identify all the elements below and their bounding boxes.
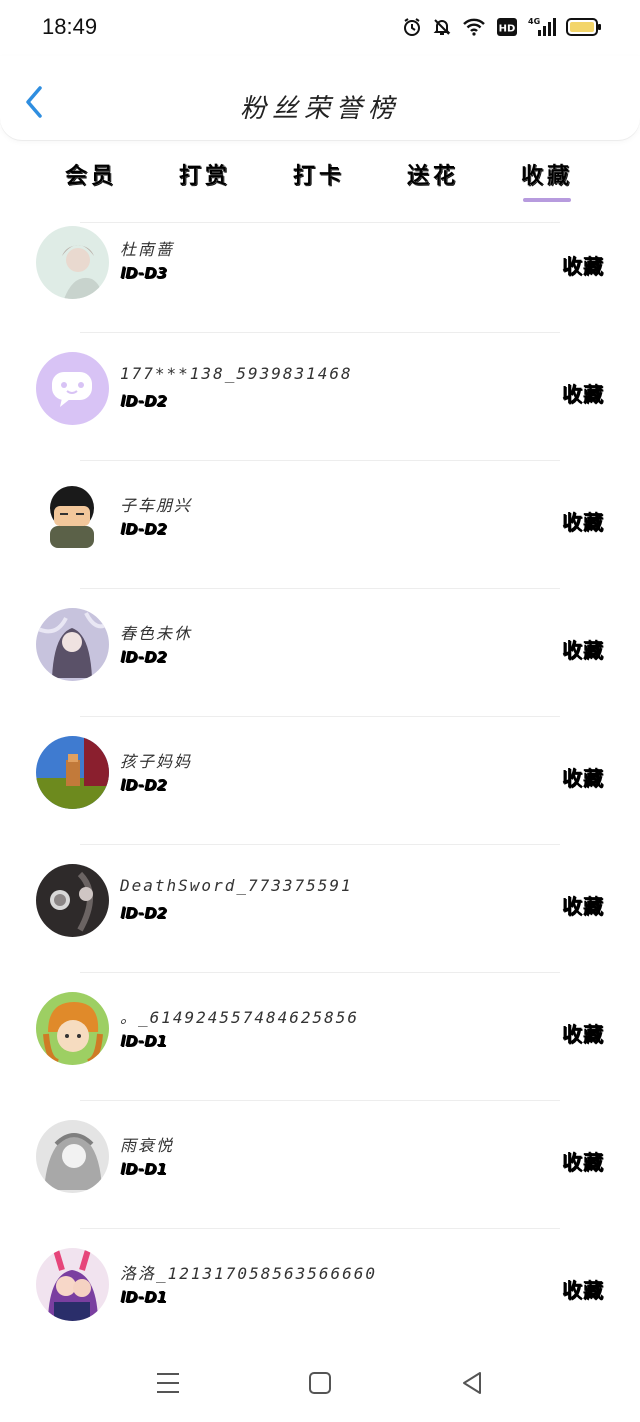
list-item[interactable]: 杜南蔷 lD-D3 收藏 (0, 222, 640, 350)
back-triangle-icon (463, 1372, 481, 1394)
page-title: 粉丝荣誉榜 (239, 94, 400, 124)
fan-nickname: 177***138_5939831468 (120, 364, 353, 383)
tab-tipping[interactable]: 打赏 (170, 158, 240, 190)
hd-icon: HD (496, 17, 518, 37)
favorite-label: 收藏 (562, 766, 604, 790)
menu-button[interactable] (148, 1368, 188, 1398)
fan-level: lD-D1 (120, 1032, 167, 1050)
status-time: 18:49 (42, 14, 98, 39)
fan-nickname: 雨衰悦 (120, 1136, 175, 1155)
fan-nickname: 杜南蔷 (120, 240, 175, 259)
favorite-label: 收藏 (562, 894, 604, 918)
fan-level: lD-D2 (120, 520, 167, 538)
list-item[interactable]: 春色未休 lD-D2 收藏 (0, 588, 640, 734)
fan-level: lD-D1 (120, 1288, 167, 1306)
header: 粉丝荣誉榜 (0, 56, 640, 140)
system-nav-bar (0, 1350, 640, 1422)
status-bar: 18:49 HD 4G (0, 0, 640, 56)
divider (80, 844, 560, 845)
list-item[interactable]: 雨衰悦 lD-D1 收藏 (0, 1100, 640, 1246)
list-item[interactable]: 子车朋兴 lD-D2 收藏 (0, 460, 640, 606)
list-item[interactable]: 孩子妈妈 lD-D2 收藏 (0, 716, 640, 862)
svg-text:HD: HD (499, 24, 516, 35)
avatar (36, 992, 109, 1065)
favorite-label: 收藏 (562, 1150, 604, 1174)
divider (80, 716, 560, 717)
signal-4g-icon: 4G (528, 16, 556, 38)
status-icons: HD 4G (402, 16, 602, 38)
avatar (36, 864, 109, 937)
avatar (36, 480, 109, 553)
fan-nickname: 洛洛_121317058563566660 (120, 1264, 378, 1283)
favorite-label: 收藏 (562, 1278, 604, 1302)
tab-membership[interactable]: 会员 (56, 158, 126, 190)
favorite-label: 收藏 (562, 638, 604, 662)
divider (80, 1100, 560, 1101)
wifi-icon (462, 17, 486, 37)
tab-flowers[interactable]: 送花 (398, 158, 468, 190)
divider (80, 588, 560, 589)
avatar (36, 736, 109, 809)
fan-nickname: 春色未休 (120, 624, 193, 643)
divider (80, 332, 560, 333)
battery-icon (566, 17, 602, 37)
fan-level: lD-D2 (120, 648, 167, 666)
fan-nickname: DeathSword_773375591 (120, 876, 353, 895)
home-button[interactable] (300, 1368, 340, 1398)
avatar (36, 226, 109, 299)
favorite-label: 收藏 (562, 1022, 604, 1046)
divider (80, 972, 560, 973)
fan-level: lD-D3 (120, 264, 167, 282)
divider (80, 460, 560, 461)
tab-bar: 会员 打赏 打卡 送花 收藏 (0, 150, 640, 210)
back-nav-button[interactable] (452, 1368, 492, 1398)
tab-favorites[interactable]: 收藏 (512, 158, 582, 190)
fan-level: lD-D2 (120, 904, 167, 922)
fan-level: lD-D2 (120, 776, 167, 794)
divider (80, 1228, 560, 1229)
list-item[interactable]: DeathSword_773375591 lD-D2 收藏 (0, 844, 640, 990)
tab-checkin[interactable]: 打卡 (284, 158, 354, 190)
list-item[interactable]: 。_614924557484625856 lD-D1 收藏 (0, 972, 640, 1118)
alarm-icon (402, 17, 422, 37)
list-item[interactable]: 177***138_5939831468 lD-D2 收藏 (0, 332, 640, 478)
avatar (36, 1120, 109, 1193)
avatar (36, 1248, 109, 1321)
fan-nickname: 子车朋兴 (120, 496, 193, 515)
fan-nickname: 。_614924557484625856 (120, 1008, 360, 1027)
svg-text:4G: 4G (528, 17, 540, 26)
fan-level: lD-D1 (120, 1160, 167, 1178)
fan-level: lD-D2 (120, 392, 167, 410)
menu-icon (157, 1373, 179, 1393)
divider (80, 222, 560, 223)
avatar (36, 608, 109, 681)
home-square-icon (309, 1372, 331, 1394)
favorite-label: 收藏 (562, 254, 604, 278)
favorite-label: 收藏 (562, 510, 604, 534)
active-tab-indicator (523, 198, 571, 202)
bell-muted-icon (432, 17, 452, 37)
avatar (36, 352, 109, 425)
fan-nickname: 孩子妈妈 (120, 752, 193, 771)
favorite-label: 收藏 (562, 382, 604, 406)
